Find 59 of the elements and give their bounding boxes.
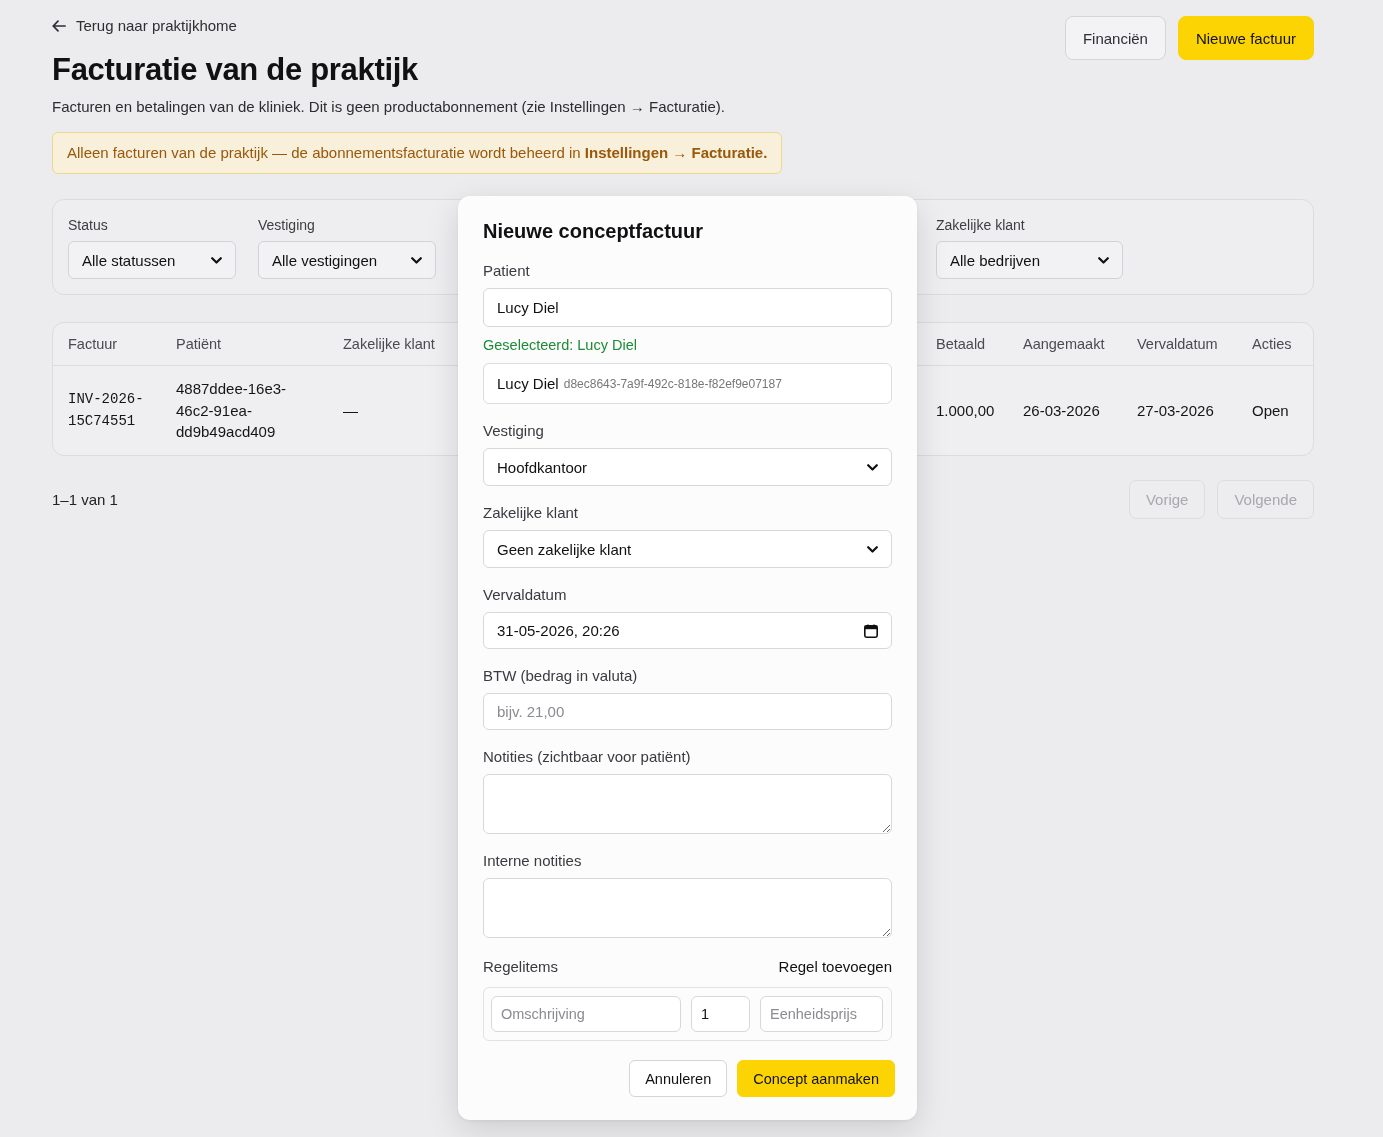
filter-select[interactable]: Alle bedrijven xyxy=(936,241,1123,279)
column-header: Factuur xyxy=(68,336,118,352)
filter-select[interactable]: Alle vestigingen xyxy=(258,241,436,279)
filter-select[interactable]: Alle statussen xyxy=(68,241,236,279)
field-label: Patient xyxy=(483,261,530,281)
field-label: BTW (bedrag in valuta) xyxy=(483,666,638,686)
calendar-icon[interactable] xyxy=(864,623,878,638)
column-header: Acties xyxy=(1252,336,1292,352)
filter-label: Status xyxy=(68,216,108,234)
description-input[interactable]: Omschrijving xyxy=(491,996,681,1032)
arrow-left-icon xyxy=(52,20,66,32)
field-label: Notities (zichtbaar voor patiënt) xyxy=(483,747,691,767)
field-label: Vestiging xyxy=(483,421,544,441)
unit-price-input[interactable]: Eenheidsprijs xyxy=(760,996,883,1032)
chevron-down-icon xyxy=(867,463,878,471)
page-title: Facturatie van de praktijk xyxy=(52,52,419,88)
table-cell-text: 26-03-2026 xyxy=(1023,400,1100,421)
field-label: Interne notities xyxy=(483,851,582,871)
field-label: Zakelijke klant xyxy=(483,503,579,523)
chevron-down-icon xyxy=(1098,256,1109,264)
patient-search-field[interactable]: Lucy Diel xyxy=(483,288,892,327)
notice-banner: Alleen facturen van de praktijk — de abonnementsfacturatie wordt beheerd in Instellingen → Facturatie. xyxy=(52,132,783,174)
textarea-field[interactable] xyxy=(483,878,892,938)
filter-label: Vestiging xyxy=(258,216,315,234)
back-link[interactable]: Terug naar praktijkhome xyxy=(52,16,237,36)
column-header: Vervaldatum xyxy=(1137,336,1218,352)
line-items-label: Regelitems xyxy=(483,957,559,977)
patient-id: d8ec8643-7a9f-492c-818e-f82ef9e07187 xyxy=(563,376,782,391)
dialog-button[interactable]: Concept aanmaken xyxy=(737,1060,895,1097)
pagination-range: 1–1 van 1 xyxy=(52,491,118,508)
page-subtitle: Facturen en betalingen van de kliniek. Dit is geen productabonnement (zie Instellingen → Facturatie). xyxy=(52,97,725,117)
field-label: Vervaldatum xyxy=(483,585,567,605)
patient-option[interactable]: Lucy Diel d8ec8643-7a9f-492c-818e-f82ef9e07187 xyxy=(483,363,892,404)
chevron-down-icon xyxy=(867,545,878,553)
dialog-button[interactable]: Annuleren xyxy=(629,1060,728,1097)
table-cell-text: INV-2026-15C74551 xyxy=(68,390,145,431)
dialog-title: Nieuwe conceptfactuur xyxy=(483,219,704,244)
column-header: Zakelijke klant xyxy=(343,336,435,352)
chevron-down-icon xyxy=(411,256,422,264)
date-time-field[interactable]: 31-05-2026, 20:26 xyxy=(483,612,892,649)
table-cell-text: 1.000,00 xyxy=(936,400,995,421)
chevron-down-icon xyxy=(211,256,222,264)
header-button[interactable]: Nieuwe factuur xyxy=(1177,16,1314,60)
table-cell-text: Open xyxy=(1252,400,1289,421)
header-button[interactable]: Financiën xyxy=(1064,16,1166,60)
select-field[interactable]: Hoofdkantoor xyxy=(483,448,892,486)
add-line-button[interactable]: Regel toevoegen xyxy=(778,957,892,977)
selected-patient-note: Geselecteerd: Lucy Diel xyxy=(483,336,637,354)
column-header: Patiënt xyxy=(176,336,222,352)
column-header: Aangemaakt xyxy=(1023,336,1105,352)
quantity-input[interactable]: 1 xyxy=(691,996,750,1032)
column-header: Betaald xyxy=(936,336,986,352)
table-cell-text: 4887ddee-16e3-46c2-91ea-dd9b49acd409 xyxy=(176,379,288,443)
table-cell-text: 27-03-2026 xyxy=(1137,400,1214,421)
select-field[interactable]: Geen zakelijke klant xyxy=(483,530,892,568)
text-input[interactable]: bijv. 21,00 xyxy=(483,693,892,730)
table-cell-text: — xyxy=(343,400,358,421)
textarea-field[interactable] xyxy=(483,774,892,834)
filter-label: Zakelijke klant xyxy=(936,216,1025,234)
